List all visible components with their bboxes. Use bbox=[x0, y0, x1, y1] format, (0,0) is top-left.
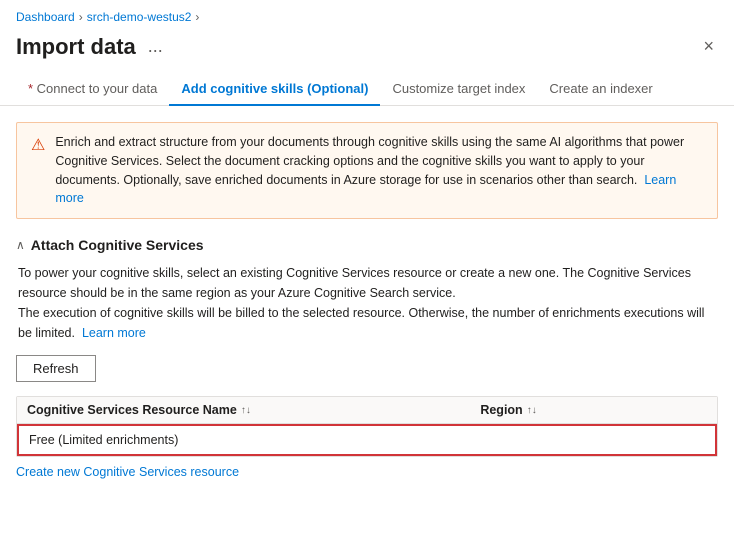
breadcrumb-dashboard[interactable]: Dashboard bbox=[16, 10, 75, 24]
main-content: ⚠ Enrich and extract structure from your… bbox=[0, 106, 734, 511]
breadcrumb-sep-1: › bbox=[79, 10, 83, 24]
warning-icon: ⚠ bbox=[31, 134, 45, 208]
row-region bbox=[480, 433, 705, 447]
table-row[interactable]: Free (Limited enrichments) bbox=[17, 424, 717, 456]
sort-name-icon[interactable]: ↑↓ bbox=[241, 405, 251, 416]
section-learn-more-link[interactable]: Learn more bbox=[82, 326, 146, 340]
chevron-icon[interactable]: ∧ bbox=[16, 238, 25, 252]
tab-cognitive[interactable]: Add cognitive skills (Optional) bbox=[169, 73, 380, 106]
breadcrumb: Dashboard › srch-demo-westus2 › bbox=[0, 0, 734, 28]
ellipsis-button[interactable]: ... bbox=[144, 34, 167, 59]
tab-connect[interactable]: Connect to your data bbox=[16, 73, 169, 106]
sort-region-icon[interactable]: ↑↓ bbox=[527, 405, 537, 416]
info-banner: ⚠ Enrich and extract structure from your… bbox=[16, 122, 718, 219]
table-header: Cognitive Services Resource Name ↑↓ Regi… bbox=[17, 397, 717, 424]
tab-indexer[interactable]: Create an indexer bbox=[537, 73, 664, 106]
create-resource-link[interactable]: Create new Cognitive Services resource bbox=[16, 465, 239, 479]
import-data-panel: Dashboard › srch-demo-westus2 › Import d… bbox=[0, 0, 734, 540]
breadcrumb-sep-2: › bbox=[195, 10, 199, 24]
tab-bar: Connect to your data Add cognitive skill… bbox=[0, 73, 734, 106]
col-header-region: Region ↑↓ bbox=[480, 403, 707, 417]
cognitive-services-section: ∧ Attach Cognitive Services To power you… bbox=[16, 237, 718, 479]
section-header: ∧ Attach Cognitive Services bbox=[16, 237, 718, 253]
col-header-name: Cognitive Services Resource Name ↑↓ bbox=[27, 403, 480, 417]
row-name: Free (Limited enrichments) bbox=[29, 433, 480, 447]
page-title: Import data bbox=[16, 34, 136, 60]
panel-header: Import data ... × bbox=[0, 28, 734, 73]
section-description: To power your cognitive skills, select a… bbox=[16, 263, 718, 343]
breadcrumb-resource[interactable]: srch-demo-westus2 bbox=[87, 10, 192, 24]
tab-index[interactable]: Customize target index bbox=[380, 73, 537, 106]
title-row: Import data ... bbox=[16, 34, 167, 60]
refresh-button[interactable]: Refresh bbox=[16, 355, 96, 382]
banner-text: Enrich and extract structure from your d… bbox=[55, 133, 703, 208]
close-button[interactable]: × bbox=[699, 32, 718, 61]
section-title: Attach Cognitive Services bbox=[31, 237, 204, 253]
resource-table: Cognitive Services Resource Name ↑↓ Regi… bbox=[16, 396, 718, 457]
